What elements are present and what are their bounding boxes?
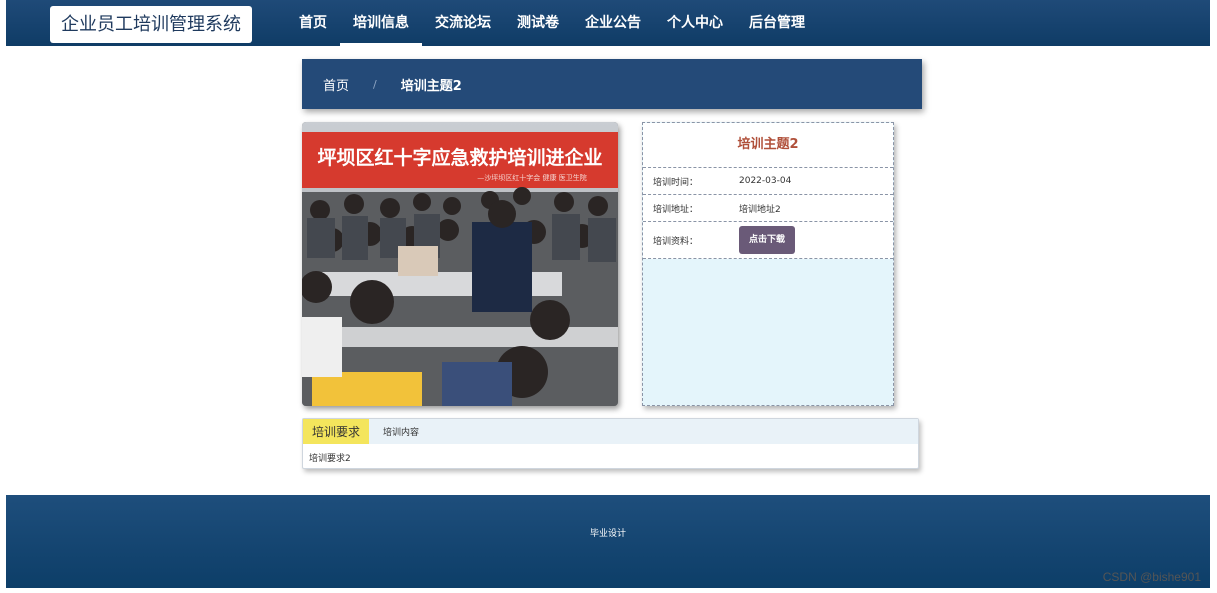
material-label: 培训资料： [653, 236, 699, 247]
time-label: 培训时间： [653, 177, 699, 188]
training-photo: 坪坝区红十字应急救护培训进企业 —沙坪坝区红十字会 健康 医卫生院 [302, 122, 618, 406]
info-row-time: 培训时间： 2022-03-04 [643, 167, 893, 194]
breadcrumb-separator: / [373, 77, 377, 91]
address-value: 培训地址2 [739, 204, 781, 215]
info-row-address: 培训地址： 培训地址2 [643, 194, 893, 221]
training-title: 培训主题2 [737, 137, 799, 152]
page-footer: 毕业设计 [6, 495, 1210, 588]
tab-panel-text: 培训要求2 [309, 454, 351, 464]
nav-training-info[interactable]: 培训信息 [340, 0, 422, 46]
main-nav: 首页 培训信息 交流论坛 测试卷 企业公告 个人中心 后台管理 [286, 0, 818, 46]
breadcrumb: 首页 / 培训主题2 [302, 59, 922, 109]
breadcrumb-current: 培训主题2 [400, 78, 462, 94]
nav-announcements[interactable]: 企业公告 [572, 0, 654, 46]
csdn-watermark: CSDN @bishe901 [1102, 570, 1201, 584]
info-row-material: 培训资料： 点击下载 [643, 221, 893, 259]
nav-personal-center[interactable]: 个人中心 [654, 0, 736, 46]
tab-requirements[interactable]: 培训要求 [303, 419, 370, 444]
training-info-panel: 培训主题2 培训时间： 2022-03-04 培训地址： 培训地址2 培训资料：… [642, 122, 894, 406]
time-value: 2022-03-04 [739, 176, 792, 186]
tab-content[interactable]: 培训内容 [369, 419, 433, 444]
detail-tabs: 培训要求 培训内容 培训要求2 [302, 418, 919, 469]
info-table: 培训主题2 培训时间： 2022-03-04 培训地址： 培训地址2 培训资料：… [643, 123, 893, 259]
breadcrumb-home[interactable]: 首页 [323, 75, 349, 94]
address-label: 培训地址： [653, 204, 699, 215]
tab-bar: 培训要求 培训内容 [303, 419, 918, 444]
download-button[interactable]: 点击下载 [739, 226, 796, 254]
banner-text: 坪坝区红十字应急救护培训进企业 [317, 146, 602, 169]
banner-subtext: —沙坪坝区红十字会 健康 医卫生院 [477, 173, 586, 182]
nav-forum[interactable]: 交流论坛 [422, 0, 504, 46]
site-logo[interactable]: 企业员工培训管理系统 [50, 6, 252, 43]
top-navbar: 企业员工培训管理系统 首页 培训信息 交流论坛 测试卷 企业公告 个人中心 后台… [6, 0, 1210, 46]
training-photo-image: 坪坝区红十字应急救护培训进企业 —沙坪坝区红十字会 健康 医卫生院 [302, 122, 618, 406]
nav-home[interactable]: 首页 [286, 0, 340, 46]
nav-admin[interactable]: 后台管理 [736, 0, 818, 46]
footer-text: 毕业设计 [589, 529, 626, 539]
nav-test-paper[interactable]: 测试卷 [504, 0, 572, 46]
